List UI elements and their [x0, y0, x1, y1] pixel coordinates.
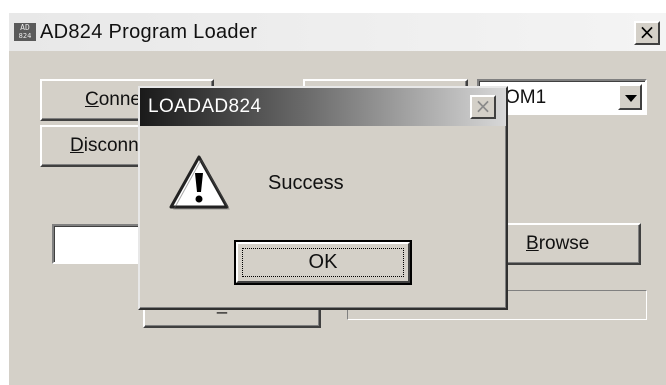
dialog-message: Success: [268, 172, 344, 194]
connect-label: Conne: [85, 89, 142, 110]
warning-icon: [169, 155, 230, 210]
dialog-close-button[interactable]: ×: [470, 95, 496, 119]
main-close-button[interactable]: ×: [634, 21, 660, 45]
dialog-title: LOADAD824: [148, 96, 262, 117]
disconnect-label: Disconn: [70, 135, 139, 156]
port-value: OM1: [505, 87, 547, 108]
window-title: AD824 Program Loader: [40, 21, 258, 43]
browse-label: Browse: [526, 233, 590, 254]
browse-button[interactable]: Browse: [499, 223, 641, 265]
ok-button[interactable]: OK: [234, 240, 412, 285]
dialog-titlebar[interactable]: LOADAD824 ×: [140, 88, 506, 126]
ok-label: OK: [308, 251, 338, 273]
chevron-down-icon[interactable]: [618, 84, 642, 110]
app-icon: AD 824: [14, 23, 36, 41]
main-titlebar[interactable]: AD 824 AD824 Program Loader ×: [9, 13, 666, 51]
message-dialog: LOADAD824 × Success OK: [138, 86, 508, 310]
